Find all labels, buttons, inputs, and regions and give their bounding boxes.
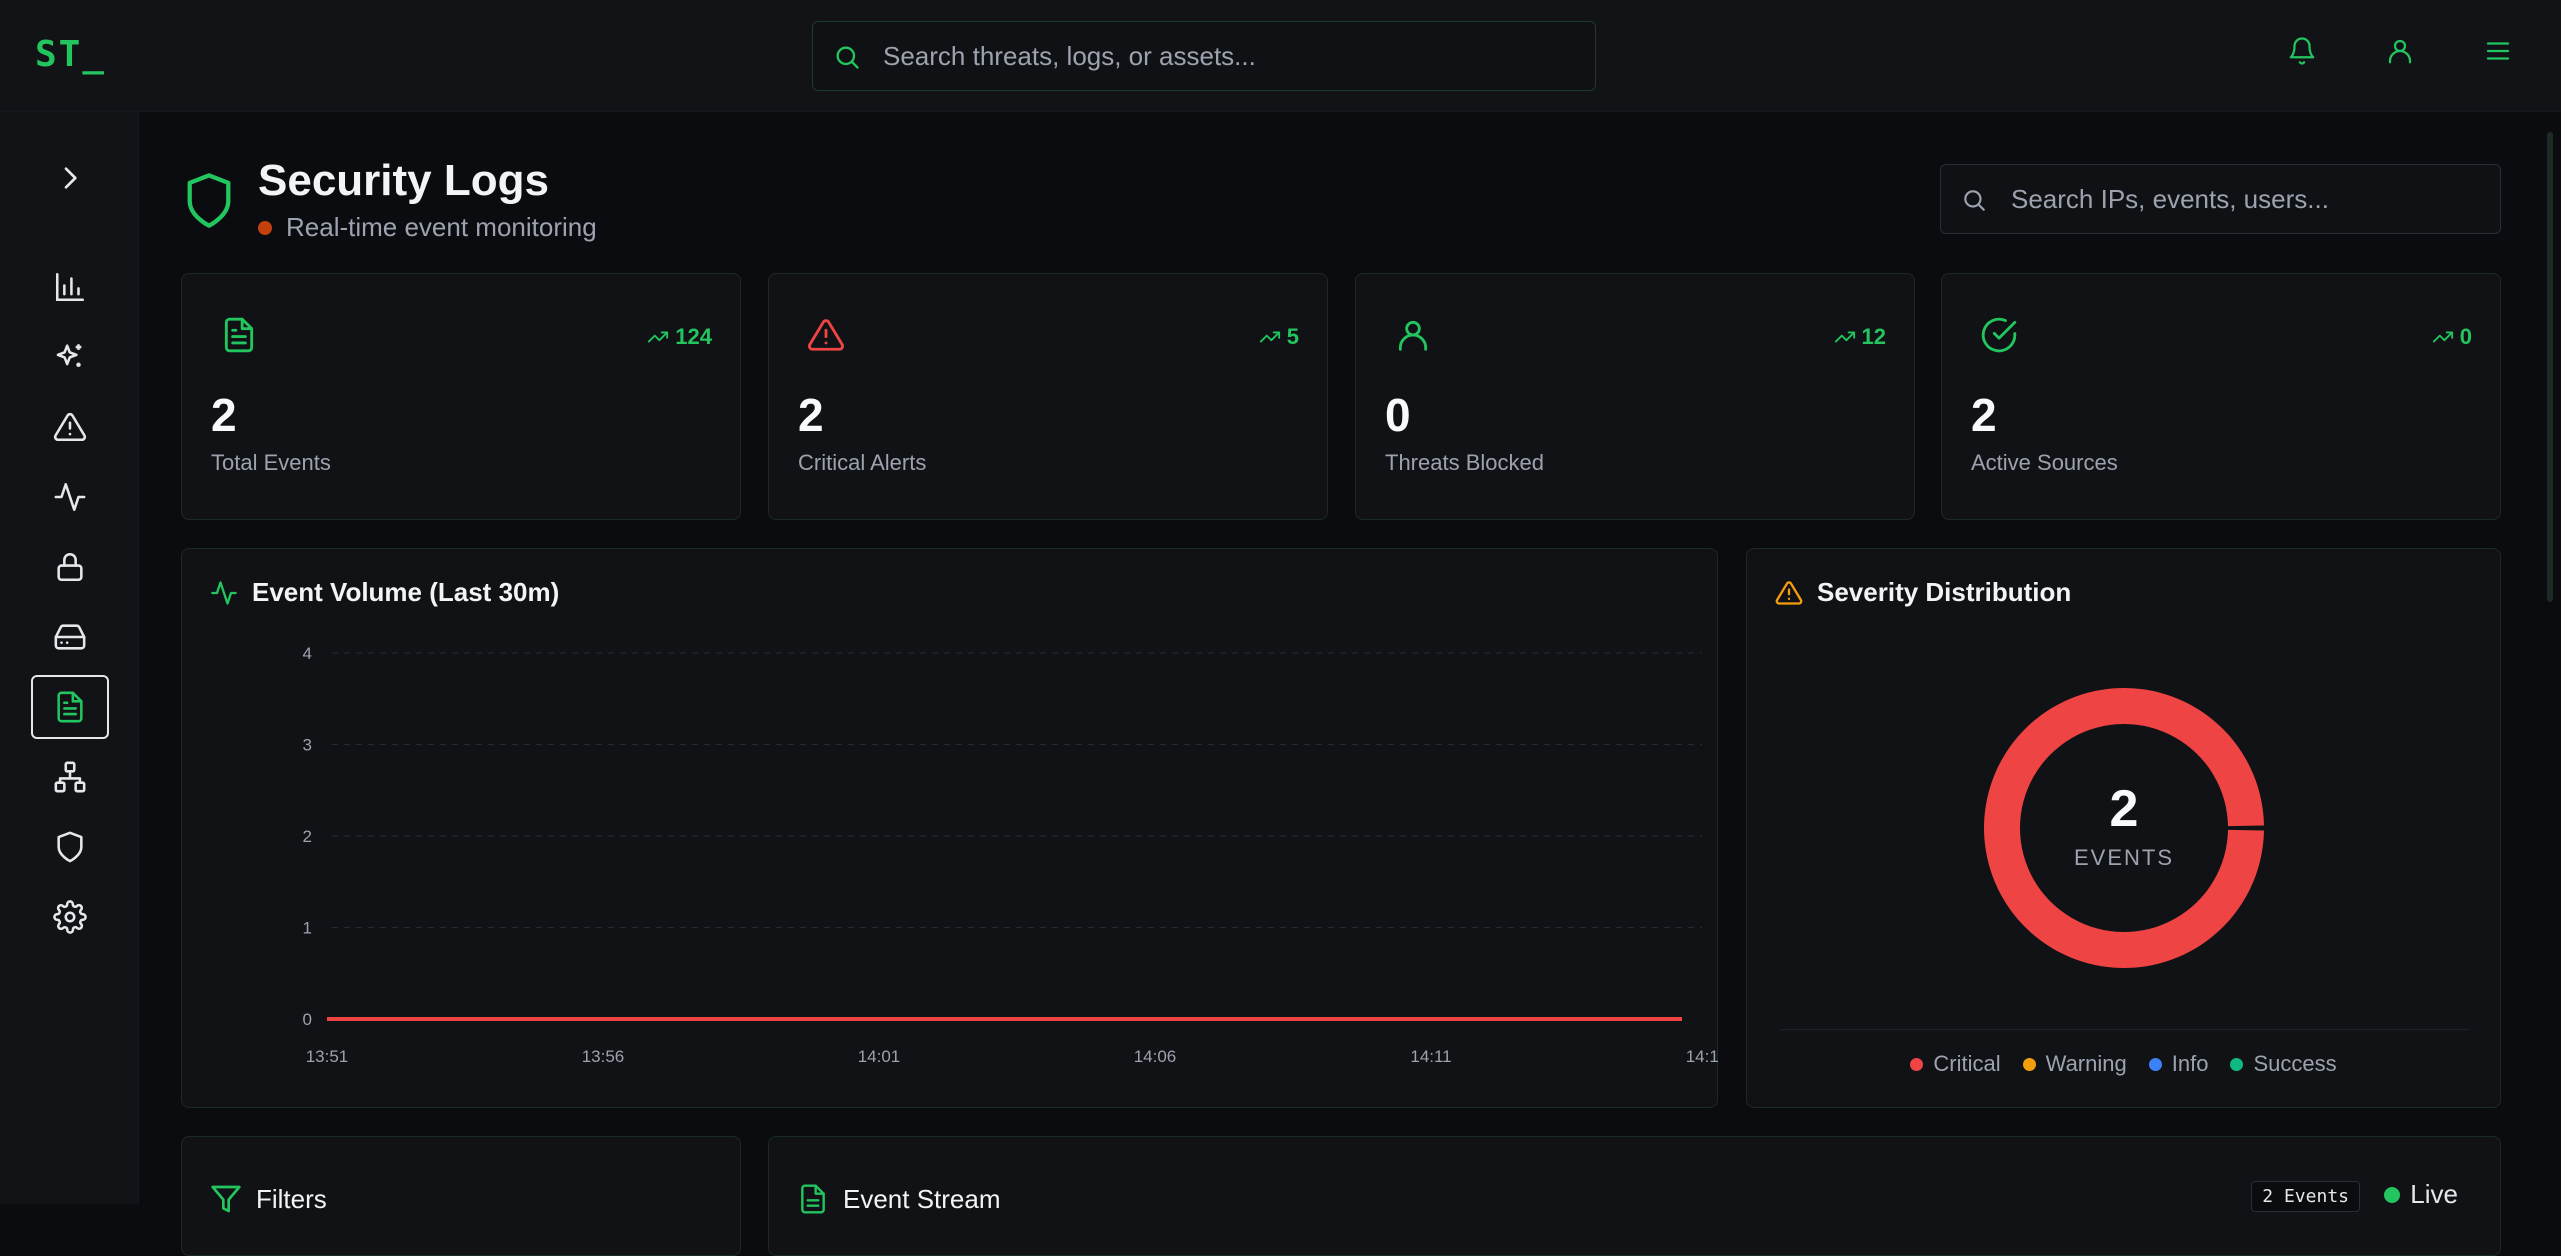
- global-search[interactable]: [812, 21, 1596, 91]
- x-tick-label: 14:01: [858, 1047, 901, 1066]
- trend-badge: 5: [1259, 324, 1299, 350]
- stat-card-critical-alerts: 5 2 Critical Alerts: [768, 273, 1328, 520]
- trending-up-icon: [1834, 331, 1855, 343]
- y-tick-label: 3: [303, 736, 312, 755]
- page-title: Security Logs: [258, 156, 549, 205]
- trending-up-icon: [1259, 331, 1280, 343]
- menu-icon[interactable]: [2483, 36, 2513, 66]
- stat-card-total-events: 124 2 Total Events: [181, 273, 741, 520]
- legend-item-warning[interactable]: Warning: [2022, 1051, 2127, 1077]
- stat-value: 2: [798, 389, 824, 441]
- x-tick-label: 14:11: [1410, 1047, 1451, 1066]
- trend-badge: 0: [2432, 324, 2472, 350]
- sidebar-expand-button[interactable]: [31, 146, 109, 210]
- filters-panel: Filters: [181, 1136, 741, 1256]
- bell-icon[interactable]: [2287, 36, 2317, 66]
- search-icon: [836, 46, 859, 69]
- panel-title: Filters: [210, 1183, 327, 1215]
- event-volume-chart: 0 1 2 3 4 13:51 13:56 14:01 14:06 14:11 14:16: [303, 644, 1719, 1066]
- sidebar-item-access[interactable]: [31, 535, 109, 599]
- sidebar-item-settings[interactable]: [31, 885, 109, 949]
- stat-label: Active Sources: [1971, 450, 2118, 475]
- stat-value: 2: [211, 389, 237, 441]
- lock-icon: [57, 553, 83, 582]
- sidebar-item-ai[interactable]: [31, 325, 109, 389]
- event-volume-panel: Event Volume (Last 30m) 0 1 2 3 4 13:51 13:56 1…: [181, 548, 1719, 1108]
- stat-label: Threats Blocked: [1385, 450, 1544, 475]
- stat-label: Critical Alerts: [798, 450, 927, 475]
- user-icon: [1398, 320, 1428, 351]
- top-bar: ST_: [0, 0, 2561, 112]
- network-icon: [54, 761, 86, 793]
- log-search[interactable]: [1940, 164, 2501, 234]
- stat-label: Total Events: [211, 450, 331, 475]
- sidebar-item-analytics[interactable]: [31, 255, 109, 319]
- shield-icon: [57, 831, 83, 863]
- sidebar-item-network[interactable]: [31, 745, 109, 809]
- sparkles-icon: [56, 344, 82, 367]
- log-search-input[interactable]: [2011, 165, 2481, 233]
- event-count-badge: 2 Events: [2251, 1181, 2360, 1212]
- x-tick-label: 14:06: [1134, 1047, 1177, 1066]
- gear-icon: [53, 900, 87, 934]
- y-tick-label: 2: [303, 827, 312, 846]
- severity-distribution-panel: Severity Distribution 2 EVENTS Critical …: [1746, 548, 2501, 1108]
- search-icon: [1964, 190, 1985, 211]
- y-tick-label: 0: [303, 1010, 312, 1029]
- divider: [1780, 1029, 2469, 1030]
- x-tick-label: 14:16: [1686, 1047, 1719, 1066]
- app-logo[interactable]: ST_: [35, 34, 106, 75]
- stat-card-threats-blocked: 12 0 Threats Blocked: [1355, 273, 1915, 520]
- global-search-input[interactable]: [883, 22, 1573, 90]
- check-circle-icon: [1981, 317, 2017, 353]
- x-tick-label: 13:51: [306, 1047, 349, 1066]
- trend-badge: 12: [1834, 324, 1886, 350]
- shield-icon: [187, 173, 231, 228]
- stat-card-active-sources: 0 2 Active Sources: [1941, 273, 2501, 520]
- donut-center-value: 2: [2109, 780, 2139, 838]
- sidebar-item-security[interactable]: [31, 815, 109, 879]
- page-scrollbar[interactable]: [2545, 120, 2555, 1204]
- trending-up-icon: [2432, 331, 2453, 343]
- x-tick-label: 13:56: [582, 1047, 625, 1066]
- legend-item-critical[interactable]: Critical: [1910, 1051, 2001, 1077]
- live-indicator[interactable]: Live: [2384, 1179, 2458, 1210]
- sidebar-item-alerts[interactable]: [31, 395, 109, 459]
- y-tick-label: 4: [303, 644, 312, 663]
- severity-legend: Critical Warning Info Success: [1747, 1051, 2500, 1077]
- file-text-icon: [57, 691, 83, 723]
- stat-value: 2: [1971, 389, 1997, 441]
- filter-icon: [211, 1185, 241, 1213]
- hard-drive-icon: [54, 624, 86, 650]
- alert-triangle-icon: [53, 412, 87, 442]
- sidebar-item-activity[interactable]: [31, 465, 109, 529]
- sidebar: [0, 112, 139, 1204]
- stat-value: 0: [1385, 389, 1411, 441]
- sidebar-item-storage[interactable]: [31, 605, 109, 669]
- donut-center-label: EVENTS: [2073, 845, 2175, 870]
- bar-chart-icon: [55, 272, 85, 302]
- file-text-icon: [801, 1184, 825, 1214]
- page-subtitle: Real-time event monitoring: [286, 212, 597, 242]
- chevron-right-icon: [64, 167, 77, 189]
- panel-title: Event Stream: [797, 1183, 1001, 1215]
- legend-item-info[interactable]: Info: [2148, 1051, 2208, 1077]
- trending-up-icon: [648, 331, 669, 343]
- status-dot: [258, 221, 272, 235]
- sidebar-item-logs[interactable]: [31, 675, 109, 739]
- y-tick-label: 1: [303, 919, 312, 938]
- user-icon[interactable]: [2385, 36, 2415, 66]
- trend-badge: 124: [647, 324, 712, 350]
- legend-item-success[interactable]: Success: [2230, 1051, 2337, 1077]
- file-text-icon: [224, 317, 254, 353]
- event-stream-panel: Event Stream 2 Events Live: [768, 1136, 2501, 1256]
- alert-triangle-icon: [808, 319, 844, 351]
- activity-icon: [54, 482, 86, 512]
